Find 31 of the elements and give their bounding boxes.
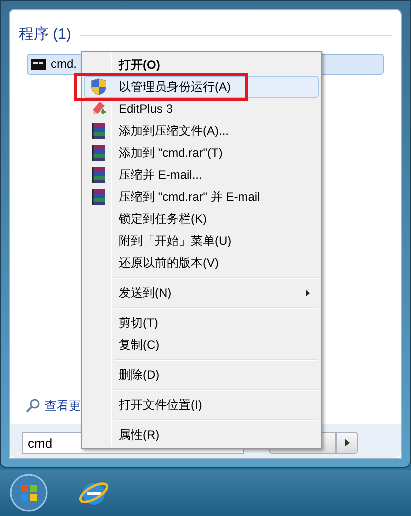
options-button[interactable] [336,432,358,454]
menu-item[interactable]: 剪切(T) [84,312,319,334]
menu-item[interactable]: 属性(R) [84,424,319,446]
menu-item[interactable]: 添加到 "cmd.rar"(T) [84,142,319,164]
arrow-right-icon [344,439,350,447]
shield-icon [91,78,107,96]
program-name: cmd. [51,56,78,73]
menu-item[interactable]: EditPlus 3 [84,98,319,120]
menu-item[interactable]: 发送到(N) [84,282,319,304]
see-more-link[interactable]: 查看更 [45,397,81,415]
terminal-icon [31,58,46,70]
pencil-plus-icon [90,100,108,118]
books-icon [91,166,107,184]
section-heading: 程序 (1) [19,25,72,45]
menu-item[interactable]: 锁定到任务栏(K) [84,208,319,230]
search-icon [26,399,40,413]
books-icon [91,144,107,162]
menu-item[interactable]: 打开(O) [84,54,319,76]
submenu-arrow-icon [306,290,310,296]
start-orb-icon[interactable] [10,474,48,512]
menu-item[interactable]: 删除(D) [84,364,319,386]
books-icon [91,122,107,140]
menu-item[interactable]: 还原以前的版本(V) [84,252,319,274]
menu-item[interactable]: 压缩并 E-mail... [84,164,319,186]
menu-item[interactable]: 打开文件位置(I) [84,394,319,416]
menu-item[interactable]: 复制(C) [84,334,319,356]
menu-item[interactable]: 附到「开始」菜单(U) [84,230,319,252]
menu-item[interactable]: 压缩到 "cmd.rar" 并 E-mail [84,186,319,208]
books-icon [91,188,107,206]
menu-item[interactable]: 添加到压缩文件(A)... [84,120,319,142]
menu-item[interactable]: 以管理员身份运行(A) [84,76,319,98]
